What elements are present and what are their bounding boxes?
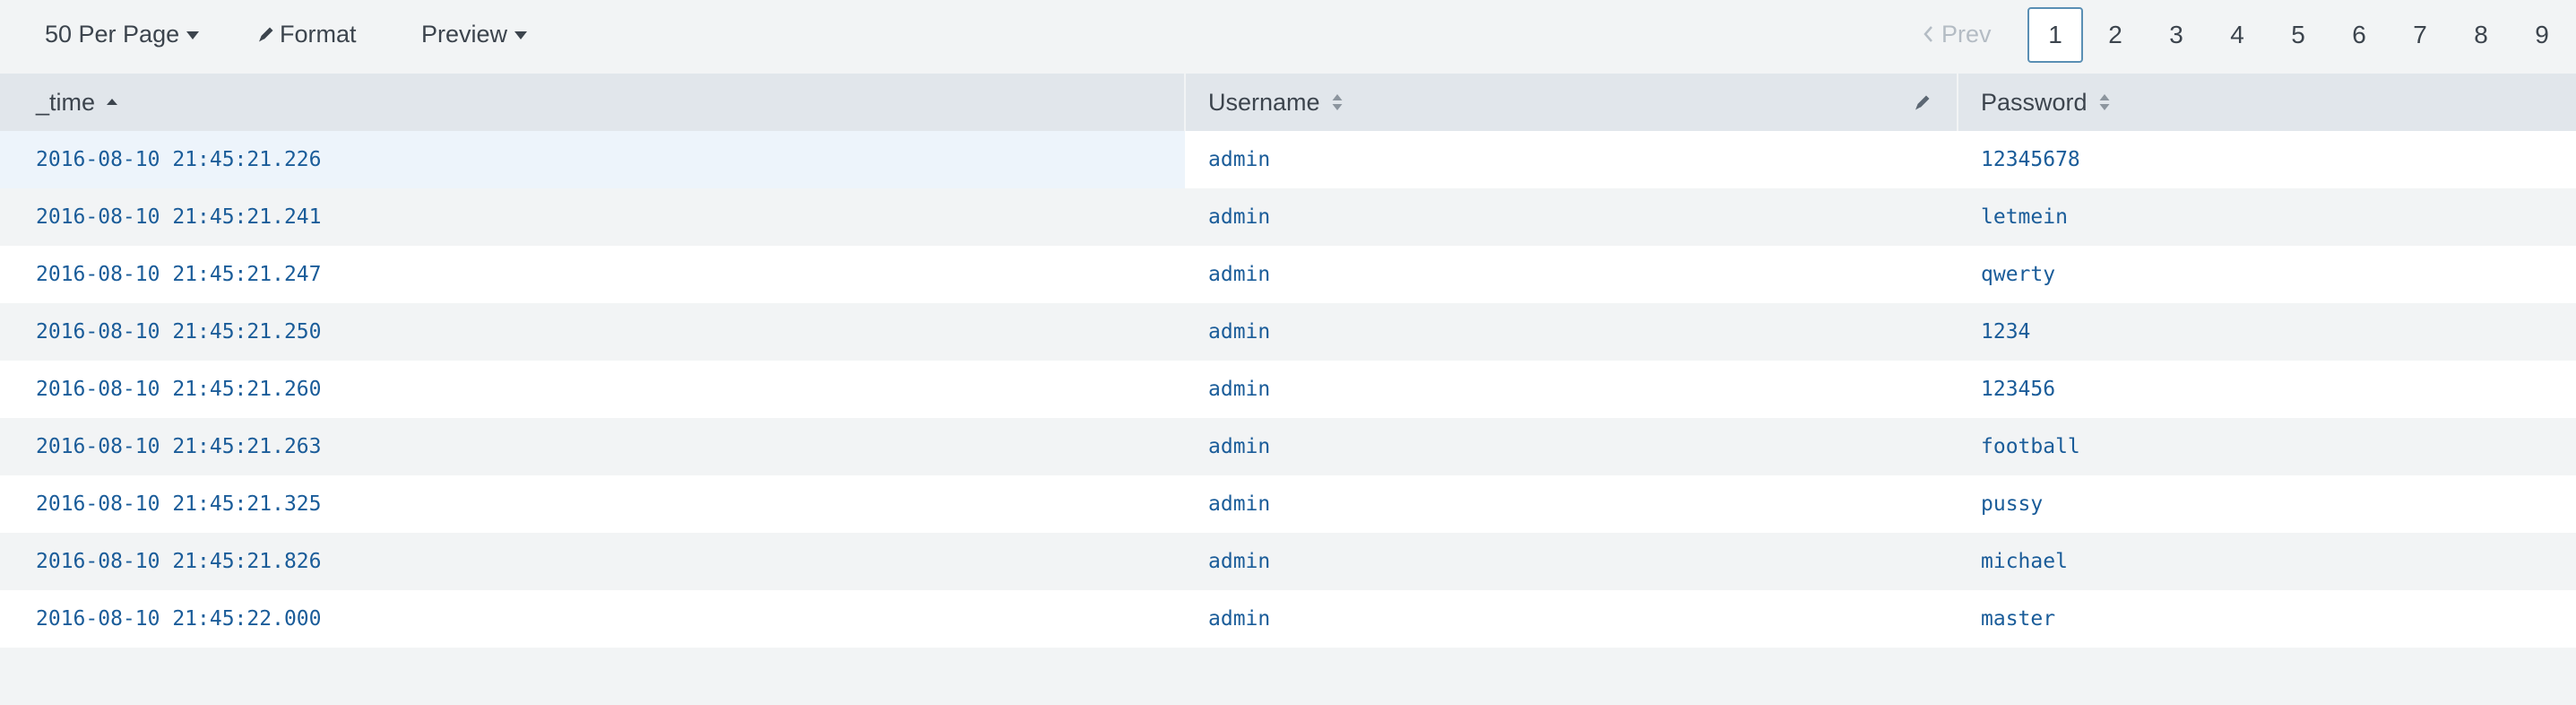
per-page-label: 50 Per Page <box>45 20 180 48</box>
page-number: 6 <box>2352 21 2366 48</box>
column-header-password[interactable]: Password <box>1958 74 2576 131</box>
page-button-1[interactable]: 1 <box>2027 7 2083 63</box>
page-button-6[interactable]: 6 <box>2331 7 2387 63</box>
page-number: 9 <box>2535 21 2549 48</box>
page-number: 2 <box>2108 21 2122 48</box>
cell-password[interactable]: pussy <box>1958 475 2576 533</box>
table-row: 2016-08-10 21:45:21.226 admin 12345678 <box>0 131 2576 188</box>
format-label: Format <box>280 20 357 48</box>
page-button-3[interactable]: 3 <box>2148 7 2204 63</box>
cell-username[interactable]: admin <box>1185 533 1958 590</box>
chevron-left-icon <box>1923 26 1932 42</box>
page-number: 4 <box>2230 21 2244 48</box>
page-number: 5 <box>2291 21 2305 48</box>
table-row: 2016-08-10 21:45:21.241 admin letmein <box>0 188 2576 246</box>
cell-username[interactable]: admin <box>1185 246 1958 303</box>
table-row: 2016-08-10 21:45:21.247 admin qwerty <box>0 246 2576 303</box>
table-row: 2016-08-10 21:45:21.260 admin 123456 <box>0 361 2576 418</box>
caret-down-icon <box>186 30 200 39</box>
table-row: 2016-08-10 21:45:22.000 admin master <box>0 590 2576 648</box>
cell-time[interactable]: 2016-08-10 21:45:21.325 <box>13 475 1185 533</box>
cell-time[interactable]: 2016-08-10 21:45:22.000 <box>13 590 1185 648</box>
cell-password[interactable]: 123456 <box>1958 361 2576 418</box>
table-row: 2016-08-10 21:45:21.263 admin football <box>0 418 2576 475</box>
cell-username[interactable]: admin <box>1185 303 1958 361</box>
sort-icon <box>1331 92 1344 112</box>
cell-time[interactable]: 2016-08-10 21:45:21.260 <box>13 361 1185 418</box>
cell-password[interactable]: 12345678 <box>1958 131 2576 188</box>
pencil-icon <box>256 24 276 44</box>
cell-password[interactable]: qwerty <box>1958 246 2576 303</box>
page-button-5[interactable]: 5 <box>2270 7 2326 63</box>
table-row: 2016-08-10 21:45:21.250 admin 1234 <box>0 303 2576 361</box>
cell-username[interactable]: admin <box>1185 188 1958 246</box>
page-number: 1 <box>2048 21 2062 48</box>
edit-column-pencil-icon[interactable] <box>1913 92 1932 112</box>
preview-label: Preview <box>421 20 508 48</box>
page-number: 8 <box>2474 21 2488 48</box>
page-button-9[interactable]: 9 <box>2514 7 2570 63</box>
table-row: 2016-08-10 21:45:21.325 admin pussy <box>0 475 2576 533</box>
cell-username[interactable]: admin <box>1185 418 1958 475</box>
cell-password[interactable]: 1234 <box>1958 303 2576 361</box>
cell-time[interactable]: 2016-08-10 21:45:21.826 <box>13 533 1185 590</box>
caret-down-icon <box>514 30 528 39</box>
page-button-7[interactable]: 7 <box>2392 7 2448 63</box>
page-button-2[interactable]: 2 <box>2088 7 2143 63</box>
cell-time[interactable]: 2016-08-10 21:45:21.250 <box>13 303 1185 361</box>
cell-password[interactable]: michael <box>1958 533 2576 590</box>
page-number: 7 <box>2413 21 2427 48</box>
sort-ascending-icon <box>106 98 118 107</box>
results-toolbar: 50 Per Page Format Preview Prev 1 2 3 4 … <box>0 0 2576 74</box>
prev-page-button[interactable]: Prev <box>1922 0 1992 68</box>
column-header-username[interactable]: Username <box>1185 74 1958 131</box>
column-header-label: Password <box>1981 88 2088 116</box>
cell-password[interactable]: master <box>1958 590 2576 648</box>
column-header-label: Username <box>1208 88 1320 116</box>
cell-username[interactable]: admin <box>1185 590 1958 648</box>
cell-time[interactable]: 2016-08-10 21:45:21.241 <box>13 188 1185 246</box>
table-row: 2016-08-10 21:45:21.826 admin michael <box>0 533 2576 590</box>
cell-password[interactable]: football <box>1958 418 2576 475</box>
page-button-4[interactable]: 4 <box>2209 7 2265 63</box>
format-button[interactable]: Format <box>256 0 357 68</box>
cell-username[interactable]: admin <box>1185 361 1958 418</box>
cell-password[interactable]: letmein <box>1958 188 2576 246</box>
column-header-label: _time <box>36 88 96 116</box>
page-button-8[interactable]: 8 <box>2453 7 2509 63</box>
cell-time[interactable]: 2016-08-10 21:45:21.226 <box>0 131 1185 188</box>
sort-icon <box>2098 92 2111 112</box>
column-header-time[interactable]: _time <box>13 74 1185 131</box>
cell-time[interactable]: 2016-08-10 21:45:21.263 <box>13 418 1185 475</box>
table-header: _time Username Password <box>0 74 2576 131</box>
cell-username[interactable]: admin <box>1185 475 1958 533</box>
per-page-dropdown[interactable]: 50 Per Page <box>45 0 200 68</box>
results-table: _time Username Password 2016-08-10 21:45… <box>0 74 2576 705</box>
prev-page-label: Prev <box>1941 20 1992 48</box>
page-number: 3 <box>2169 21 2183 48</box>
table-row <box>0 648 2576 705</box>
cell-time[interactable]: 2016-08-10 21:45:21.247 <box>13 246 1185 303</box>
cell-username[interactable]: admin <box>1185 131 1958 188</box>
preview-dropdown[interactable]: Preview <box>421 0 528 68</box>
